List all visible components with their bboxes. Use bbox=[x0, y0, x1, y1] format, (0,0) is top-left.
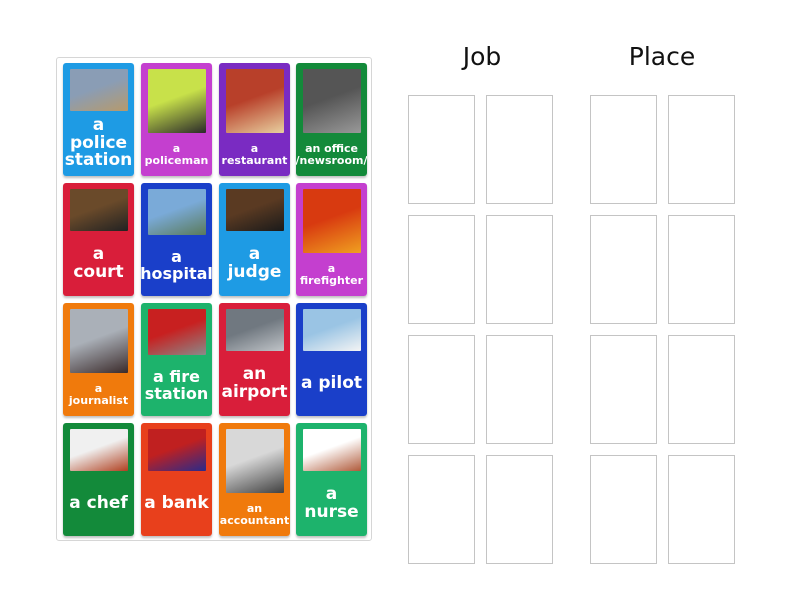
card-label: a bank bbox=[144, 492, 209, 513]
card-label: a hospital bbox=[141, 246, 212, 283]
court-photo bbox=[69, 189, 128, 231]
drop-slot-place[interactable] bbox=[668, 455, 735, 564]
judge-photo bbox=[225, 189, 284, 231]
drop-slot-place[interactable] bbox=[590, 455, 657, 564]
drop-slot-job[interactable] bbox=[408, 335, 475, 444]
firefighter-photo bbox=[302, 189, 361, 253]
card-a-bank[interactable]: a bank bbox=[141, 423, 212, 536]
pilot-photo bbox=[302, 309, 361, 351]
card-label: an office /newsroom/ bbox=[296, 141, 367, 167]
card-an-airport[interactable]: an airport bbox=[219, 303, 290, 416]
card-a-court[interactable]: a court bbox=[63, 183, 134, 296]
policeman-photo bbox=[147, 69, 206, 133]
police-station-photo bbox=[69, 69, 128, 111]
card-label: a judge bbox=[227, 243, 282, 282]
drop-slot-place[interactable] bbox=[668, 335, 735, 444]
card-label: a chef bbox=[69, 492, 128, 513]
drop-slot-place[interactable] bbox=[590, 215, 657, 324]
card-a-police-station[interactable]: a police station bbox=[63, 63, 134, 176]
bank-photo bbox=[147, 429, 206, 471]
card-an-office-newsroom[interactable]: an office /newsroom/ bbox=[296, 63, 367, 176]
card-a-journalist[interactable]: a journalist bbox=[63, 303, 134, 416]
drop-slot-place[interactable] bbox=[590, 335, 657, 444]
nurse-photo bbox=[302, 429, 361, 471]
office-newsroom-photo bbox=[302, 69, 361, 133]
card-label: a policeman bbox=[144, 141, 209, 167]
restaurant-photo bbox=[225, 69, 284, 133]
card-a-pilot[interactable]: a pilot bbox=[296, 303, 367, 416]
card-label: a restaurant bbox=[221, 141, 288, 167]
card-a-nurse[interactable]: a nurse bbox=[296, 423, 367, 536]
hospital-photo bbox=[147, 189, 206, 235]
drop-slot-job[interactable] bbox=[486, 335, 553, 444]
card-label: an accountant bbox=[219, 501, 290, 527]
drop-slot-place[interactable] bbox=[590, 95, 657, 204]
card-label: a journalist bbox=[68, 381, 129, 407]
drop-slot-job[interactable] bbox=[486, 95, 553, 204]
card-a-judge[interactable]: a judge bbox=[219, 183, 290, 296]
card-an-accountant[interactable]: an accountant bbox=[219, 423, 290, 536]
card-a-hospital[interactable]: a hospital bbox=[141, 183, 212, 296]
drop-slot-place[interactable] bbox=[668, 215, 735, 324]
card-label: a pilot bbox=[300, 372, 363, 393]
card-label: a police station bbox=[64, 114, 133, 171]
card-label: a court bbox=[73, 243, 124, 282]
fire-station-photo bbox=[147, 309, 206, 355]
chef-photo bbox=[69, 429, 128, 471]
group-heading-job: Job bbox=[462, 42, 502, 71]
card-a-firefighter[interactable]: a firefighter bbox=[296, 183, 367, 296]
card-a-fire-station[interactable]: a fire station bbox=[141, 303, 212, 416]
card-a-chef[interactable]: a chef bbox=[63, 423, 134, 536]
card-label: a nurse bbox=[304, 483, 359, 522]
journalist-photo bbox=[69, 309, 128, 373]
drop-slot-job[interactable] bbox=[486, 455, 553, 564]
card-a-restaurant[interactable]: a restaurant bbox=[219, 63, 290, 176]
accountant-photo bbox=[225, 429, 284, 493]
card-label: an airport bbox=[221, 363, 288, 402]
card-label: a fire station bbox=[144, 366, 209, 403]
card-label: a firefighter bbox=[299, 261, 364, 287]
airport-photo bbox=[225, 309, 284, 351]
drop-slot-job[interactable] bbox=[408, 215, 475, 324]
card-a-policeman[interactable]: a policeman bbox=[141, 63, 212, 176]
drop-slot-job[interactable] bbox=[408, 95, 475, 204]
drop-slot-job[interactable] bbox=[408, 455, 475, 564]
drop-slot-place[interactable] bbox=[668, 95, 735, 204]
group-heading-place: Place bbox=[628, 42, 696, 71]
drop-slot-job[interactable] bbox=[486, 215, 553, 324]
